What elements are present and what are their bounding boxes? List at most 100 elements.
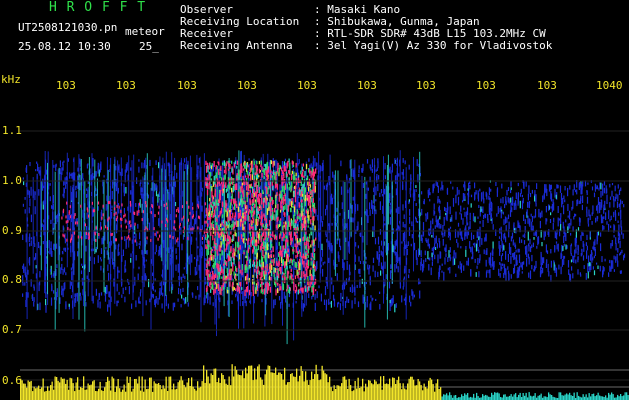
noise-mark	[77, 180, 79, 189]
echo-mark	[266, 208, 269, 215]
amplitude-bar	[206, 369, 208, 400]
echo-mark	[285, 235, 287, 239]
noise-mark	[571, 266, 573, 271]
amplitude-bar	[251, 365, 253, 400]
noise-mark	[577, 199, 579, 205]
noise-streak	[391, 180, 393, 284]
noise-streak	[80, 159, 82, 259]
noise-mark	[510, 255, 512, 264]
echo-mark	[205, 176, 207, 184]
noise-mark	[184, 164, 186, 170]
echo-mark	[250, 238, 252, 242]
echo-mark	[235, 241, 237, 248]
noise-mark	[395, 175, 397, 185]
amplitude-bar	[462, 396, 464, 400]
noise-mark	[602, 188, 604, 196]
echo-mark	[235, 232, 237, 237]
noise-mark	[589, 214, 591, 220]
echo-mark	[275, 198, 277, 205]
amplitude-bar	[524, 395, 526, 400]
amplitude-bar	[96, 391, 98, 400]
echo-mark	[275, 179, 277, 184]
noise-mark	[523, 261, 525, 265]
amplitude-bar	[306, 380, 308, 400]
noise-mark	[470, 232, 473, 241]
noise-mark	[119, 171, 121, 176]
amplitude-bar	[201, 381, 203, 400]
echo-mark	[218, 215, 220, 218]
noise-mark	[308, 293, 310, 298]
noise-mark	[541, 258, 544, 266]
noise-mark	[128, 286, 130, 295]
noise-mark	[62, 269, 64, 275]
noise-mark	[507, 214, 510, 220]
noise-mark	[415, 189, 417, 192]
amplitude-bar	[390, 387, 392, 400]
echo-mark	[230, 202, 232, 208]
noise-mark	[555, 241, 558, 244]
echo-mark	[258, 208, 260, 211]
noise-mark	[528, 272, 530, 278]
noise-streak	[128, 155, 130, 248]
noise-mark	[174, 237, 176, 245]
noise-mark	[477, 190, 479, 199]
noise-mark	[446, 202, 449, 208]
noise-mark	[86, 212, 88, 219]
noise-mark	[404, 265, 406, 273]
noise-mark	[465, 249, 467, 257]
noise-mark	[422, 222, 425, 231]
noise-mark	[331, 222, 333, 226]
amplitude-bar	[135, 378, 137, 400]
noise-mark	[396, 263, 398, 269]
echo-mark	[290, 233, 292, 241]
mode-label: meteor	[125, 25, 165, 38]
noise-mark	[557, 217, 559, 227]
echo-speck	[69, 205, 71, 209]
noise-mark	[77, 251, 79, 257]
amplitude-bar	[626, 392, 628, 400]
noise-mark	[574, 249, 576, 258]
noise-mark	[518, 248, 520, 253]
echo-mark	[273, 259, 275, 266]
noise-mark	[585, 242, 587, 246]
noise-mark	[528, 204, 530, 209]
echo-mark	[245, 275, 248, 280]
echo-mark	[270, 169, 272, 173]
noise-mark	[454, 258, 456, 265]
noise-mark	[431, 262, 433, 266]
noise-streak	[373, 157, 375, 238]
echo-mark	[268, 271, 270, 275]
echo-mark	[295, 236, 298, 241]
noise-mark	[202, 234, 204, 237]
echo-mark	[306, 175, 309, 181]
echo-mark	[267, 252, 269, 259]
echo-mark	[252, 170, 254, 174]
noise-mark	[138, 296, 140, 304]
noise-mark	[596, 232, 598, 242]
noise-mark	[131, 303, 133, 309]
noise-mark	[542, 195, 544, 203]
amplitude-bar	[113, 378, 115, 400]
noise-mark	[77, 175, 79, 181]
noise-mark	[352, 196, 354, 201]
noise-mark	[122, 249, 124, 256]
noise-mark	[620, 251, 622, 255]
echo-mark	[276, 209, 279, 216]
noise-mark	[23, 181, 25, 186]
echo-mark	[313, 271, 315, 277]
noise-mark	[579, 272, 581, 275]
echo-mark	[275, 235, 278, 241]
amplitude-bar	[617, 394, 619, 400]
echo-speck	[115, 238, 117, 242]
noise-mark	[79, 183, 81, 191]
echo-mark	[219, 192, 221, 196]
echo-mark	[209, 219, 211, 225]
echo-speck	[158, 205, 160, 209]
amplitude-bar	[290, 374, 292, 400]
noise-streak	[117, 160, 119, 221]
echo-mark	[252, 279, 254, 285]
noise-mark	[176, 172, 178, 179]
noise-mark	[111, 209, 113, 212]
amplitude-bar	[243, 378, 245, 400]
noise-mark	[51, 205, 53, 209]
